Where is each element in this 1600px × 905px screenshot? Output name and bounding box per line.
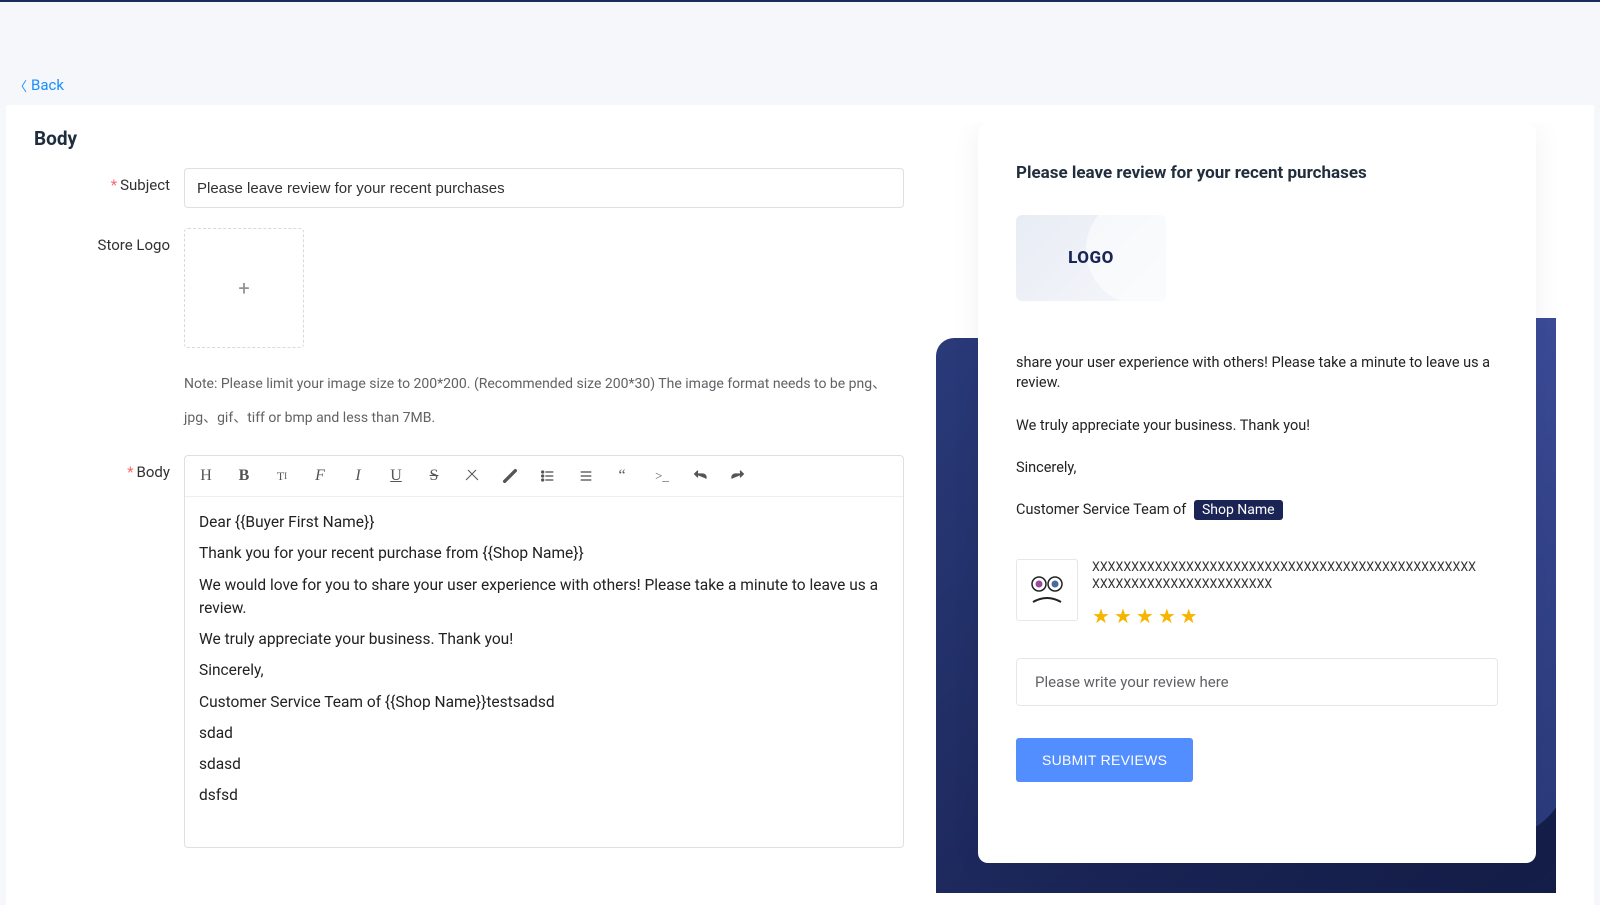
quote-icon[interactable]: “	[613, 462, 635, 490]
preview-p4: Customer Service Team of Shop Name	[1016, 500, 1498, 521]
rich-editor: H B TI F I U S	[184, 455, 904, 848]
preview-p1: share your user experience with others! …	[1016, 353, 1498, 394]
preview-p3: Sincerely,	[1016, 458, 1498, 478]
subject-input[interactable]	[184, 168, 904, 208]
chevron-left-icon: 〈	[14, 76, 27, 95]
product-info: XXXXXXXXXXXXXXXXXXXXXXXXXXXXXXXXXXXXXXXX…	[1092, 559, 1498, 630]
preview-card: Please leave review for your recent purc…	[978, 123, 1536, 863]
preview-logo-text: LOGO	[1068, 248, 1114, 268]
preview-p2: We truly appreciate your business. Thank…	[1016, 416, 1498, 436]
editor-line[interactable]: Customer Service Team of {{Shop Name}}te…	[199, 691, 889, 714]
header-spacer	[0, 2, 1600, 65]
heading-icon[interactable]: H	[195, 462, 217, 490]
star-icon: ★	[1180, 602, 1198, 630]
italic-icon[interactable]: I	[347, 462, 369, 490]
product-name-2: XXXXXXXXXXXXXXXXXXXXXXX	[1092, 576, 1498, 594]
editor-line[interactable]: sdasd	[199, 753, 889, 776]
strike-icon[interactable]: S	[423, 462, 445, 490]
align-icon[interactable]	[575, 462, 597, 490]
editor-content[interactable]: Dear {{Buyer First Name}} Thank you for y…	[185, 497, 903, 847]
font-family-icon[interactable]: F	[309, 462, 331, 490]
color-icon[interactable]	[499, 462, 521, 490]
editor-line[interactable]: Thank you for your recent purchase from …	[199, 542, 889, 565]
logo-upload[interactable]: +	[184, 228, 304, 348]
star-icon: ★	[1114, 602, 1132, 630]
logo-note: Note: Please limit your image size to 20…	[184, 368, 904, 435]
clear-format-icon[interactable]	[461, 462, 483, 490]
editor-line[interactable]: dsfsd	[199, 784, 889, 807]
text-size-icon[interactable]: TI	[271, 462, 293, 490]
label-body: *Body	[34, 455, 184, 481]
review-textarea[interactable]: Please write your review here	[1016, 658, 1498, 706]
product-name-1: XXXXXXXXXXXXXXXXXXXXXXXXXXXXXXXXXXXXXXXX…	[1092, 559, 1498, 577]
editor-line[interactable]: sdad	[199, 722, 889, 745]
submit-reviews-button[interactable]: SUBMIT REVIEWS	[1016, 738, 1193, 782]
editor-line[interactable]: We would love for you to share your user…	[199, 574, 889, 621]
preview-logo: LOGO	[1016, 215, 1166, 301]
back-label: Back	[31, 76, 64, 94]
plus-icon: +	[238, 276, 249, 300]
editor-line[interactable]: We truly appreciate your business. Thank…	[199, 628, 889, 651]
redo-icon[interactable]	[727, 462, 749, 490]
product-thumbnail	[1016, 559, 1078, 621]
back-link[interactable]: 〈 Back	[0, 65, 1600, 105]
code-icon[interactable]: >_	[651, 462, 673, 490]
shop-name-badge: Shop Name	[1194, 500, 1283, 520]
editor-toolbar: H B TI F I U S	[185, 456, 903, 497]
star-icon: ★	[1092, 602, 1110, 630]
preview-title: Please leave review for your recent purc…	[1016, 163, 1498, 183]
star-rating[interactable]: ★ ★ ★ ★ ★	[1092, 602, 1498, 630]
product-row: XXXXXXXXXXXXXXXXXXXXXXXXXXXXXXXXXXXXXXXX…	[1016, 559, 1498, 630]
required-marker: *	[127, 463, 133, 481]
undo-icon[interactable]	[689, 462, 711, 490]
label-subject: *Subject	[34, 168, 184, 194]
bold-icon[interactable]: B	[233, 462, 255, 490]
star-icon: ★	[1158, 602, 1176, 630]
preview-panel: Please leave review for your recent purc…	[936, 123, 1556, 893]
editor-line[interactable]: Sincerely,	[199, 659, 889, 682]
underline-icon[interactable]: U	[385, 462, 407, 490]
main-panel: Body *Subject Store Logo + Note: Please …	[6, 105, 1594, 905]
required-marker: *	[111, 176, 117, 194]
list-icon[interactable]	[537, 462, 559, 490]
label-logo: Store Logo	[34, 228, 184, 254]
editor-line[interactable]: Dear {{Buyer First Name}}	[199, 511, 889, 534]
star-icon: ★	[1136, 602, 1154, 630]
